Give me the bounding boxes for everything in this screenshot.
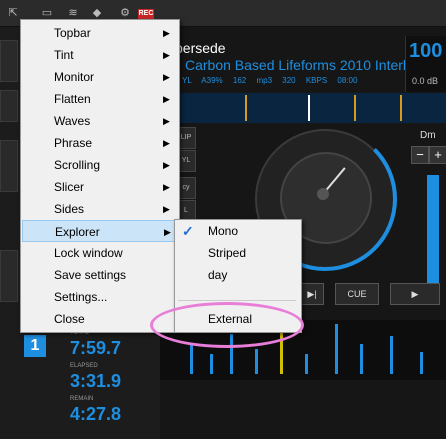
menu-item-scrolling[interactable]: Scrolling ▶ [22, 154, 177, 176]
menu-item-label: Tint [54, 48, 74, 62]
waveform-bar [335, 324, 338, 374]
chevron-right-icon: ▶ [163, 72, 170, 82]
toolbar-arrow-icon[interactable]: ⇱ [6, 6, 20, 20]
menu-item-waves[interactable]: Waves ▶ [22, 110, 177, 132]
chevron-right-icon: ▶ [163, 116, 170, 126]
gear-icon[interactable]: ⚙ [118, 6, 132, 20]
key-plus-button[interactable]: + [429, 146, 446, 164]
remain-label: REMAIN [70, 396, 94, 402]
menu-item-label: Flatten [54, 92, 91, 106]
menu-item-topbar[interactable]: Topbar ▶ [22, 22, 177, 44]
waveform-overview[interactable] [160, 93, 446, 123]
pitch-slider[interactable] [427, 175, 439, 285]
left-side-button[interactable] [0, 250, 18, 302]
track-title: Carbon Based Lifeforms 2010 Interl... [185, 57, 418, 73]
menu-item-phrase[interactable]: Phrase ▶ [22, 132, 177, 154]
menu-item-label: Slicer [54, 180, 85, 194]
toolbar-cube-icon[interactable]: ◆ [90, 6, 104, 20]
menu-item-flatten[interactable]: Flatten ▶ [22, 88, 177, 110]
waveform-bar [420, 352, 423, 374]
submenu-item-label: Striped [208, 246, 247, 260]
waveform-bar [190, 344, 193, 374]
menu-item-label: Save settings [54, 268, 127, 282]
menu-item-label: Topbar [54, 26, 91, 40]
menu-item-label: Settings... [54, 290, 108, 304]
track-meta-item: YL [182, 76, 192, 85]
menu-item-lock-window[interactable]: Lock window [22, 242, 177, 264]
left-side-button[interactable] [0, 90, 18, 122]
left-side-button[interactable] [0, 140, 18, 192]
chevron-right-icon: ▶ [163, 160, 170, 170]
sync-button[interactable]: ▶| [300, 283, 324, 305]
elapsed-time: 3:31.9 [70, 371, 122, 391]
bpm-value: 100 [409, 40, 443, 62]
menu-item-label: Lock window [54, 246, 123, 260]
playhead-marker [308, 95, 310, 121]
track-meta-item: 162 [232, 76, 247, 85]
chevron-right-icon: ▶ [163, 50, 170, 60]
waveform-bar [390, 336, 393, 374]
submenu-item-mono[interactable]: ✓ Mono [176, 220, 298, 242]
menu-item-slicer[interactable]: Slicer ▶ [22, 176, 177, 198]
record-icon[interactable]: REC [138, 9, 154, 19]
remain-time: 4:27.8 [70, 404, 122, 424]
menu-item-settings[interactable]: Settings... [22, 286, 177, 308]
left-side-button[interactable] [0, 40, 18, 82]
submenu-item-striped[interactable]: Striped [176, 242, 298, 264]
menu-item-label: Waves [54, 114, 91, 128]
toolbar-eq-icon[interactable]: ≋ [66, 6, 80, 20]
menu-item-label: Scrolling [54, 158, 101, 172]
menu-item-save-settings[interactable]: Save settings [22, 264, 177, 286]
toolbar-window-icon[interactable]: ▭ [40, 6, 54, 20]
submenu-separator [178, 300, 296, 301]
key-minus-button[interactable]: − [411, 146, 429, 164]
chevron-right-icon: ▶ [163, 138, 170, 148]
menu-item-label: Close [54, 312, 85, 326]
chevron-right-icon: ▶ [163, 204, 170, 214]
checkmark-icon: ✓ [182, 223, 194, 239]
track-meta-item: 320 KBPS [282, 76, 328, 85]
cue-marker [400, 95, 402, 121]
menu-item-tint[interactable]: Tint ▶ [22, 44, 177, 66]
menu-item-label: Sides [54, 202, 85, 216]
track-meta: YL A39% 162 mp3 320 KBPS 08:00 [182, 76, 357, 85]
chevron-right-icon: ▶ [163, 28, 170, 38]
gain-db: 0.0 dB [412, 76, 439, 86]
chevron-right-icon: ▶ [163, 94, 170, 104]
annotation-highlight-oval [150, 302, 304, 348]
menu-item-label: Explorer [55, 225, 100, 239]
track-meta-item: A39% [201, 76, 223, 85]
menu-item-label: Monitor [54, 70, 95, 84]
total-time: 7:59.7 [70, 338, 122, 358]
cue-marker [245, 95, 247, 121]
submenu-item-label: Mono [208, 224, 239, 238]
track-meta-item: 08:00 [337, 76, 358, 85]
jog-center [317, 188, 329, 200]
waveform-bar [360, 344, 363, 374]
chevron-right-icon: ▶ [163, 182, 170, 192]
cue-button[interactable]: CUE [335, 283, 379, 305]
cue-marker [354, 95, 356, 121]
waveform-bar [255, 349, 258, 374]
submenu-item-day[interactable]: day [176, 264, 298, 286]
menu-item-label: Phrase [54, 136, 93, 150]
submenu-item-label: day [208, 268, 228, 282]
key-label: Dm [420, 130, 436, 141]
elapsed-label: ELAPSED [70, 363, 98, 369]
chevron-right-icon: ▶ [164, 227, 171, 237]
menu-item-explorer[interactable]: Explorer ▶ [22, 220, 177, 242]
track-meta-item: mp3 [256, 76, 273, 85]
deck-number-badge: 1 [24, 335, 46, 357]
play-button[interactable]: ▶ [390, 283, 440, 305]
menu-item-monitor[interactable]: Monitor ▶ [22, 66, 177, 88]
track-artist: persede [175, 40, 226, 56]
waveform-bar [210, 354, 213, 374]
menu-item-sides[interactable]: Sides ▶ [22, 198, 177, 220]
waveform-bar [305, 354, 308, 374]
